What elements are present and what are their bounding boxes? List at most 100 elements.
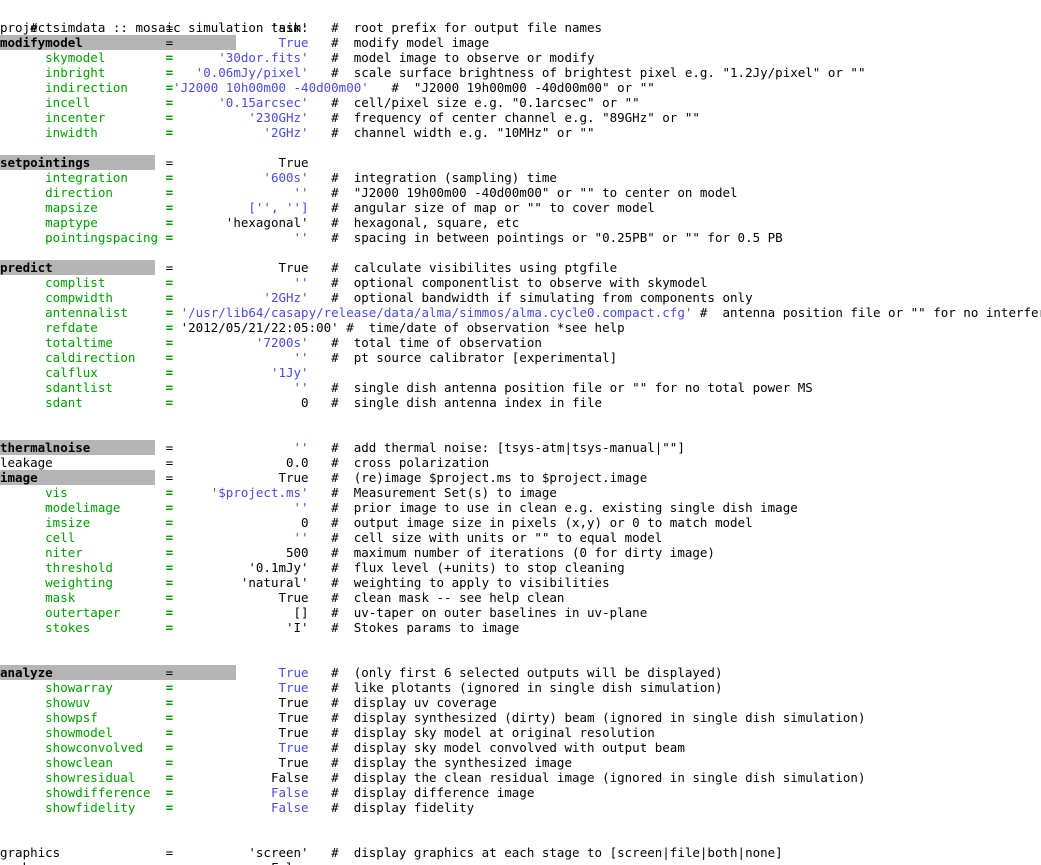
parameter-name-skymodel[interactable]: skymodel (0, 50, 166, 65)
parameter-name-complist[interactable]: complist (0, 275, 166, 290)
parameter-value-skymodel[interactable]: '30dor.fits' (173, 50, 308, 65)
parameter-value-caldirection[interactable]: '' (173, 350, 309, 365)
parameter-value-setpointings[interactable]: True (173, 155, 308, 170)
parameter-name-mask[interactable]: mask (0, 590, 166, 605)
section-header-row[interactable]: image = True # (re)image $project.ms to … (0, 470, 1041, 485)
parameter-row[interactable]: showfidelity = False # display fidelity (0, 800, 1041, 815)
parameter-value-showdifference[interactable]: False (173, 785, 309, 800)
parameter-row[interactable]: caldirection = '' # pt source calibrator… (0, 350, 1041, 365)
parameter-name-calflux[interactable]: calflux (0, 365, 166, 380)
parameter-value-inbright[interactable]: '0.06mJy/pixel' (173, 65, 309, 80)
parameter-row[interactable]: totaltime = '7200s' # total time of obse… (0, 335, 1041, 350)
parameter-row[interactable]: sdant = 0 # single dish antenna index in… (0, 395, 1041, 410)
parameter-row[interactable]: inwidth = '2GHz' # channel width e.g. "1… (0, 125, 1041, 140)
parameter-name-sdantlist[interactable]: sdantlist (0, 380, 166, 395)
parameter-name-showresidual[interactable]: showresidual (0, 770, 166, 785)
parameter-row[interactable]: mapsize = ['', ''] # angular size of map… (0, 200, 1041, 215)
parameter-name-pointingspacing[interactable]: pointingspacing (0, 230, 166, 245)
parameter-row[interactable]: threshold = '0.1mJy' # flux level (+unit… (0, 560, 1041, 575)
parameter-name-mapsize[interactable]: mapsize (0, 200, 166, 215)
parameter-row[interactable]: vis = '$project.ms' # Measurement Set(s)… (0, 485, 1041, 500)
parameter-value-vis[interactable]: '$project.ms' (173, 485, 309, 500)
parameter-value-integration[interactable]: '600s' (173, 170, 308, 185)
parameter-value-refdate[interactable]: '2012/05/21/22:05:00' (173, 320, 346, 335)
parameter-name-inbright[interactable]: inbright (0, 65, 166, 80)
parameter-value-mask[interactable]: True (173, 590, 308, 605)
section-header-row[interactable]: analyze = True # (only first 6 selected … (0, 665, 1041, 680)
parameter-row[interactable]: cell = '' # cell size with units or "" t… (0, 530, 1041, 545)
parameter-row[interactable]: incenter = '230GHz' # frequency of cente… (0, 110, 1041, 125)
parameter-value-threshold[interactable]: '0.1mJy' (173, 560, 308, 575)
section-header-row[interactable]: thermalnoise = '' # add thermal noise: [… (0, 440, 1041, 455)
parameter-row[interactable]: showmodel = True # display sky model at … (0, 725, 1041, 740)
parameter-value-cell[interactable]: '' (173, 530, 309, 545)
parameter-value-showuv[interactable]: True (173, 695, 308, 710)
parameter-row[interactable]: modelimage = '' # prior image to use in … (0, 500, 1041, 515)
parameter-name-modifymodel[interactable]: modifymodel (0, 35, 166, 50)
parameter-row[interactable]: antennalist = '/usr/lib64/casapy/release… (0, 305, 1041, 320)
parameter-name-analyze[interactable]: analyze (0, 665, 166, 680)
parameter-name-direction[interactable]: direction (0, 185, 166, 200)
parameter-name-project[interactable]: project (0, 20, 166, 35)
parameter-value-showresidual[interactable]: False (173, 770, 309, 785)
parameter-name-image[interactable]: image (0, 470, 166, 485)
parameter-value-sdant[interactable]: 0 (173, 395, 309, 410)
parameter-value-antennalist[interactable]: '/usr/lib64/casapy/release/data/alma/sim… (173, 305, 700, 320)
parameter-value-incenter[interactable]: '230GHz' (173, 110, 308, 125)
parameter-name-showmodel[interactable]: showmodel (0, 725, 166, 740)
parameter-row[interactable]: showclean = True # display the synthesiz… (0, 755, 1041, 770)
parameter-row[interactable]: direction = '' # "J2000 19h00m00 -40d00m… (0, 185, 1041, 200)
parameter-row[interactable]: calflux = '1Jy' (0, 365, 1041, 380)
parameter-value-showclean[interactable]: True (173, 755, 308, 770)
parameter-name-setpointings[interactable]: setpointings (0, 155, 166, 170)
parameter-row[interactable]: complist = '' # optional componentlist t… (0, 275, 1041, 290)
parameter-row[interactable]: imsize = 0 # output image size in pixels… (0, 515, 1041, 530)
parameter-value-showarray[interactable]: True (173, 680, 308, 695)
parameter-value-showpsf[interactable]: True (173, 710, 308, 725)
parameter-row[interactable]: integration = '600s' # integration (samp… (0, 170, 1041, 185)
parameter-name-modelimage[interactable]: modelimage (0, 500, 166, 515)
parameter-value-modelimage[interactable]: '' (173, 500, 309, 515)
parameter-name-predict[interactable]: predict (0, 260, 166, 275)
parameter-name-showarray[interactable]: showarray (0, 680, 166, 695)
parameter-row[interactable]: niter = 500 # maximum number of iteratio… (0, 545, 1041, 560)
parameter-row[interactable]: incell = '0.15arcsec' # cell/pixel size … (0, 95, 1041, 110)
parameter-value-analyze[interactable]: True (173, 665, 308, 680)
parameter-name-showdifference[interactable]: showdifference (0, 785, 166, 800)
section-header-row[interactable]: setpointings = True (0, 155, 1041, 170)
parameter-name-showclean[interactable]: showclean (0, 755, 166, 770)
parameter-name-indirection[interactable]: indirection (0, 80, 166, 95)
parameter-value-image[interactable]: True (173, 470, 308, 485)
parameter-name-imsize[interactable]: imsize (0, 515, 166, 530)
parameter-row[interactable]: maptype = 'hexagonal' # hexagonal, squar… (0, 215, 1041, 230)
parameter-name-weighting[interactable]: weighting (0, 575, 166, 590)
parameter-value-showconvolved[interactable]: True (173, 740, 308, 755)
parameter-row[interactable]: refdate = '2012/05/21/22:05:00' # time/d… (0, 320, 1041, 335)
parameter-row[interactable]: showpsf = True # display synthesized (di… (0, 710, 1041, 725)
parameter-name-showpsf[interactable]: showpsf (0, 710, 166, 725)
parameter-name-incell[interactable]: incell (0, 95, 166, 110)
parameter-value-mapsize[interactable]: ['', ''] (173, 200, 308, 215)
parameter-row[interactable]: showuv = True # display uv coverage (0, 695, 1041, 710)
parameter-value-sdantlist[interactable]: '' (173, 380, 309, 395)
section-header-row[interactable]: predict = True # calculate visibilites u… (0, 260, 1041, 275)
parameter-name-totaltime[interactable]: totaltime (0, 335, 166, 350)
parameter-name-inwidth[interactable]: inwidth (0, 125, 166, 140)
parameter-name-integration[interactable]: integration (0, 170, 166, 185)
parameter-value-verbose[interactable]: False (173, 860, 309, 865)
parameter-name-showuv[interactable]: showuv (0, 695, 166, 710)
parameter-value-direction[interactable]: '' (173, 185, 309, 200)
parameter-row[interactable]: indirection ='J2000 10h00m00 -40d00m00' … (0, 80, 1041, 95)
parameter-name-verbose[interactable]: verbose (0, 860, 166, 865)
parameter-row[interactable]: skymodel = '30dor.fits' # model image to… (0, 50, 1041, 65)
parameter-row[interactable]: inbright = '0.06mJy/pixel' # scale surfa… (0, 65, 1041, 80)
parameter-name-compwidth[interactable]: compwidth (0, 290, 166, 305)
parameter-value-weighting[interactable]: 'natural' (173, 575, 309, 590)
parameter-value-leakage[interactable]: 0.0 (173, 455, 309, 470)
parameter-name-caldirection[interactable]: caldirection (0, 350, 166, 365)
parameter-name-antennalist[interactable]: antennalist (0, 305, 166, 320)
parameter-name-showfidelity[interactable]: showfidelity (0, 800, 166, 815)
parameter-row[interactable]: compwidth = '2GHz' # optional bandwidth … (0, 290, 1041, 305)
parameter-row[interactable]: project = 'sim' # root prefix for output… (0, 20, 1041, 35)
parameter-name-outertaper[interactable]: outertaper (0, 605, 166, 620)
